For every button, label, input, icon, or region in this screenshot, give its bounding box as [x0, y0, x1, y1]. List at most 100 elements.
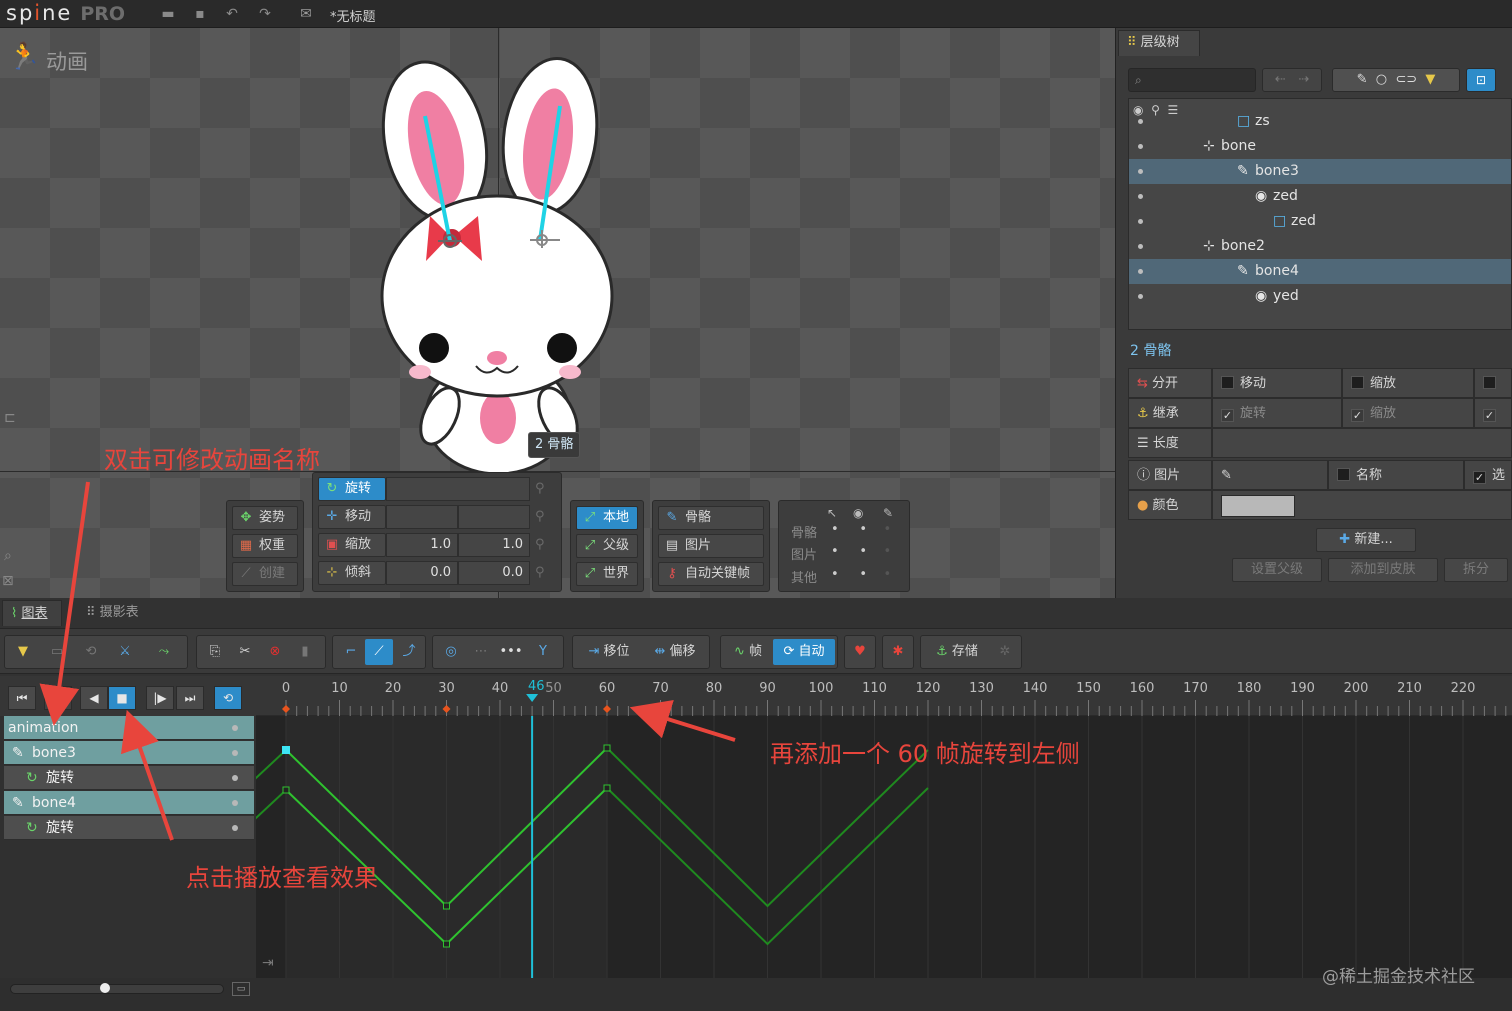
bunny-character[interactable]: [370, 56, 620, 476]
tree-item[interactable]: ◉ yed: [1129, 284, 1511, 309]
prev-key-icon[interactable]: ◀|: [44, 686, 72, 710]
blank-icon[interactable]: ▭: [43, 639, 71, 665]
length-input[interactable]: [1212, 428, 1512, 458]
visibility-dot[interactable]: [1138, 144, 1143, 149]
delete-icon[interactable]: ⊗: [261, 639, 289, 665]
last-frame-icon[interactable]: ⏭: [176, 686, 204, 710]
store-button[interactable]: ⚓ 存储: [925, 639, 989, 665]
vis-bones-toggle[interactable]: • • •: [831, 522, 891, 537]
tree-item[interactable]: □ zs: [1129, 109, 1511, 134]
inherit-scale-checkbox[interactable]: ✓ 缩放: [1342, 398, 1474, 428]
tree-item[interactable]: ⊹ bone2: [1129, 234, 1511, 259]
ease-icon[interactable]: ◎: [437, 639, 465, 665]
focus-icon[interactable]: ⊡: [1466, 68, 1496, 92]
ease-out-icon[interactable]: •••: [497, 639, 525, 665]
local-button[interactable]: ⤢ 本地: [576, 506, 638, 530]
paste-icon[interactable]: ▮: [291, 639, 319, 665]
fork-icon[interactable]: Y: [529, 639, 557, 665]
image-name-checkbox[interactable]: 名称: [1328, 460, 1464, 490]
shear-x[interactable]: 0.0: [386, 561, 458, 585]
translate-y[interactable]: [458, 505, 530, 529]
zoom-slider[interactable]: [10, 984, 224, 994]
unstore-icon[interactable]: ✲: [991, 639, 1019, 665]
stop-icon[interactable]: ■: [108, 686, 136, 710]
next-key-icon[interactable]: |▶: [146, 686, 174, 710]
redo-icon[interactable]: ↷: [255, 4, 275, 24]
set-parent-button[interactable]: 设置父级: [1232, 558, 1322, 582]
stepped-icon[interactable]: ⌐: [337, 639, 365, 665]
save-icon[interactable]: ▪: [190, 4, 210, 24]
play-reverse-icon[interactable]: ◀: [80, 686, 108, 710]
scale-key-icon[interactable]: ⚲: [535, 537, 545, 552]
translate-button[interactable]: ✛ 移动: [318, 505, 386, 529]
visibility-dot[interactable]: [1138, 119, 1143, 124]
vis-images-toggle[interactable]: • • •: [831, 544, 891, 559]
timeline-track[interactable]: ↻ 旋转: [4, 766, 254, 790]
world-button[interactable]: ⤢ 世界: [576, 562, 638, 586]
loop-toggle-icon[interactable]: ⟲: [214, 686, 242, 710]
scale-button[interactable]: ▣ 缩放: [318, 533, 386, 557]
autokey-button[interactable]: ⚷ 自动关键帧: [658, 562, 764, 586]
ease-in-icon[interactable]: ⋯: [467, 639, 495, 665]
rotate-button[interactable]: ↻ 旋转: [318, 477, 386, 501]
layout-icon[interactable]: ⊏: [4, 410, 16, 426]
visibility-dot[interactable]: [1138, 169, 1143, 174]
record-icon[interactable]: ✱: [885, 639, 911, 665]
select-icon[interactable]: ↖: [827, 506, 837, 520]
fit-timeline-icon[interactable]: ▭: [232, 982, 250, 996]
pose-button[interactable]: ✥ 姿势: [232, 506, 298, 530]
first-frame-icon[interactable]: ⏮: [8, 686, 36, 710]
visibility-dot[interactable]: [1138, 244, 1143, 249]
zoom-slider-handle[interactable]: [100, 983, 110, 993]
add-to-skin-button[interactable]: 添加到皮肤: [1328, 558, 1438, 582]
visibility-dot[interactable]: [1138, 294, 1143, 299]
translate-x[interactable]: [386, 505, 458, 529]
tree-item[interactable]: □ zed: [1129, 209, 1511, 234]
tree-nav-buttons[interactable]: ⇠ ⇢: [1262, 68, 1322, 92]
images-button[interactable]: ▤ 图片: [658, 534, 764, 558]
tree-search-input[interactable]: ⌕: [1128, 68, 1256, 92]
translate-key-icon[interactable]: ⚲: [535, 509, 545, 524]
timeline-track[interactable]: animation: [4, 716, 254, 740]
rotate-key-icon[interactable]: ⚲: [535, 481, 545, 496]
inherit-extra-checkbox[interactable]: ✓: [1474, 398, 1512, 428]
image-brush-button[interactable]: ✎: [1212, 460, 1328, 490]
folder-icon[interactable]: ▬: [158, 4, 178, 24]
exit-icon[interactable]: ⇥: [262, 955, 274, 971]
shear-button[interactable]: ⊹ 倾斜: [318, 561, 386, 585]
tree-filter-buttons[interactable]: ✎ ○ ⊂⊃ ▼: [1332, 68, 1460, 92]
shift-button[interactable]: ⇹ 偏移: [643, 639, 707, 665]
rotate-value[interactable]: [386, 477, 530, 501]
track-visibility-dot[interactable]: [232, 725, 238, 731]
visibility-dot[interactable]: [1138, 219, 1143, 224]
cut-icon[interactable]: ✂: [231, 639, 259, 665]
split-translate-checkbox[interactable]: 移动: [1212, 368, 1342, 398]
timeline-track[interactable]: ✎ bone4: [4, 791, 254, 815]
tag-icon[interactable]: ✎: [883, 506, 893, 520]
linear-icon[interactable]: ⟋: [365, 639, 393, 665]
pin-icon[interactable]: ⚔: [111, 639, 139, 665]
visibility-dot[interactable]: [1138, 194, 1143, 199]
bezier-icon[interactable]: ⤴: [395, 639, 423, 665]
scale-x[interactable]: 1.0: [386, 533, 458, 557]
eye-icon[interactable]: ◉: [853, 506, 863, 520]
shear-key-icon[interactable]: ⚲: [535, 565, 545, 580]
inherit-rotation-checkbox[interactable]: ✓ 旋转: [1212, 398, 1342, 428]
scale-y[interactable]: 1.0: [458, 533, 530, 557]
animate-viewport[interactable]: 🏃 动画 2 骨骼 ⊏ ⌕ ⊠ ✥ 姿势 ▦ 权重 ⟋ 创建 ↻ 旋转 ✛ 移动…: [0, 28, 1115, 598]
tree-item[interactable]: ◉ zed: [1129, 184, 1511, 209]
image-select-checkbox[interactable]: ✓ 选: [1464, 460, 1512, 490]
fit-icon[interactable]: ⊠: [2, 573, 14, 589]
tab-tree[interactable]: ⠿ 层级树: [1118, 30, 1200, 56]
split-scale-checkbox[interactable]: 缩放: [1342, 368, 1474, 398]
tab-dopesheet[interactable]: ⠿ 摄影表: [78, 600, 158, 626]
timeline-track[interactable]: ↻ 旋转: [4, 816, 254, 840]
tab-graph[interactable]: ⌇ 图表: [2, 600, 62, 626]
track-visibility-dot[interactable]: [232, 800, 238, 806]
loop-icon[interactable]: ⟲: [77, 639, 105, 665]
split-extra-checkbox[interactable]: [1474, 368, 1512, 398]
color-swatch[interactable]: [1221, 495, 1295, 517]
auto-button[interactable]: ⟳ 自动: [773, 639, 835, 665]
parent-button[interactable]: ⤢ 父级: [576, 534, 638, 558]
timeline-ruler[interactable]: 0 10 20 30 40 50 60 70 80 90 100 110 120 130 140 150 160…: [256, 676, 1512, 716]
